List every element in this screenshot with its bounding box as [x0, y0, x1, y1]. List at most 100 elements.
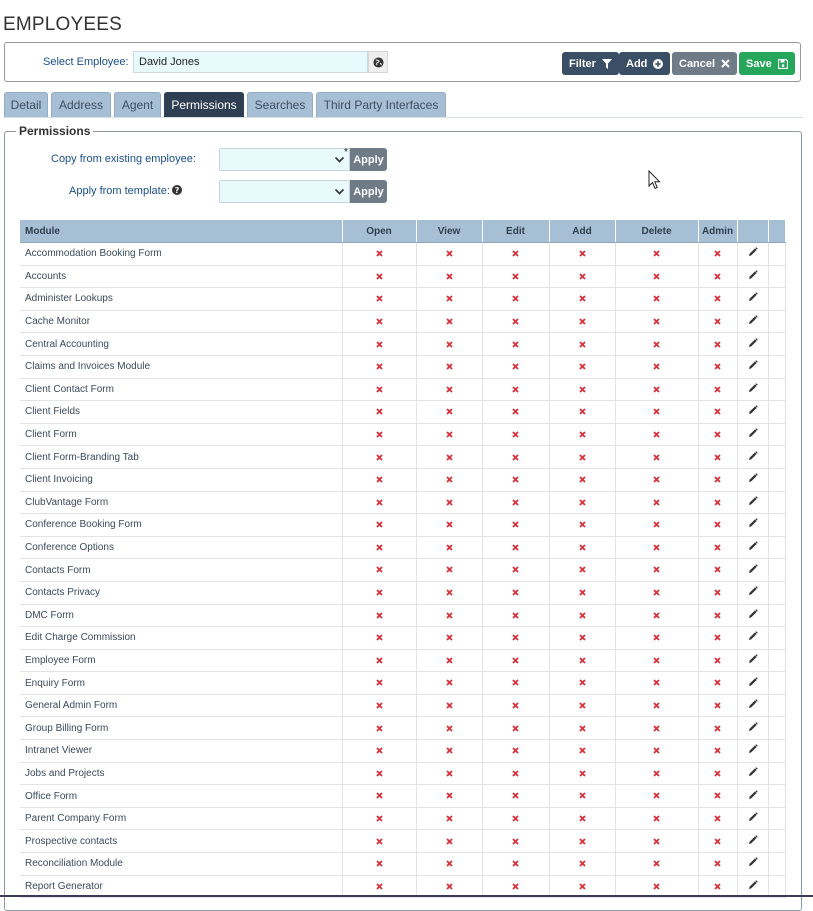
- permission-cell-add[interactable]: [548, 491, 615, 515]
- permission-cell-edit[interactable]: [481, 242, 549, 266]
- permission-cell-open[interactable]: [341, 558, 416, 582]
- permission-cell-admin[interactable]: [697, 513, 737, 537]
- permission-cell-open[interactable]: [341, 671, 416, 695]
- pencil-icon[interactable]: [748, 315, 758, 328]
- permission-cell-add[interactable]: [548, 423, 615, 447]
- pencil-icon[interactable]: [748, 247, 758, 260]
- permission-cell-delete[interactable]: [614, 355, 698, 379]
- permission-cell-delete[interactable]: [614, 400, 698, 424]
- permission-cell-view[interactable]: [415, 332, 482, 356]
- permission-cell-delete[interactable]: [614, 468, 698, 492]
- permission-cell-delete[interactable]: [614, 694, 698, 718]
- permission-cell-open[interactable]: [341, 332, 416, 356]
- pencil-icon[interactable]: [748, 270, 758, 283]
- permission-cell-add[interactable]: [548, 468, 615, 492]
- permission-cell-open[interactable]: [341, 468, 416, 492]
- pencil-icon[interactable]: [748, 541, 758, 554]
- pencil-icon[interactable]: [748, 405, 758, 418]
- permission-cell-admin[interactable]: [697, 671, 737, 695]
- pencil-icon[interactable]: [748, 812, 758, 825]
- permission-cell-open[interactable]: [341, 807, 416, 831]
- permission-cell-edit[interactable]: [481, 694, 549, 718]
- permission-cell-add[interactable]: [548, 604, 615, 628]
- permission-cell-edit[interactable]: [481, 558, 549, 582]
- permission-cell-view[interactable]: [415, 242, 482, 266]
- permission-cell-view[interactable]: [415, 536, 482, 560]
- tab-agent[interactable]: Agent: [114, 92, 161, 117]
- permission-cell-open[interactable]: [341, 287, 416, 311]
- permission-cell-admin[interactable]: [697, 694, 737, 718]
- permission-cell-add[interactable]: [548, 694, 615, 718]
- help-icon[interactable]: ?: [172, 185, 182, 195]
- permission-cell-view[interactable]: [415, 265, 482, 289]
- permission-cell-add[interactable]: [548, 716, 615, 741]
- permission-cell-admin[interactable]: [697, 581, 737, 605]
- globe-icon[interactable]: [368, 51, 388, 73]
- permission-cell-admin[interactable]: [697, 739, 737, 763]
- permission-cell-admin[interactable]: [697, 400, 737, 424]
- permission-cell-add[interactable]: [548, 242, 615, 266]
- permission-cell-open[interactable]: [341, 355, 416, 379]
- permission-cell-view[interactable]: [415, 445, 482, 469]
- permission-cell-delete[interactable]: [614, 513, 698, 537]
- permission-cell-view[interactable]: [415, 287, 482, 311]
- permission-cell-admin[interactable]: [697, 784, 737, 808]
- permission-cell-admin[interactable]: [697, 355, 737, 379]
- pencil-icon[interactable]: [748, 789, 758, 803]
- permission-cell-add[interactable]: [548, 852, 615, 876]
- pencil-icon[interactable]: [748, 292, 758, 305]
- permission-cell-delete[interactable]: [614, 423, 698, 447]
- permission-cell-admin[interactable]: [697, 649, 737, 673]
- permission-cell-open[interactable]: [341, 242, 416, 266]
- permission-cell-delete[interactable]: [614, 536, 698, 560]
- permission-cell-delete[interactable]: [614, 649, 698, 673]
- permission-cell-delete[interactable]: [614, 739, 698, 763]
- filter-button[interactable]: Filter: [562, 52, 619, 75]
- permission-cell-admin[interactable]: [697, 468, 737, 492]
- employee-input[interactable]: [133, 51, 368, 73]
- permission-cell-view[interactable]: [415, 739, 482, 763]
- permission-cell-delete[interactable]: [614, 626, 698, 650]
- permission-cell-add[interactable]: [548, 378, 615, 402]
- permission-cell-add[interactable]: [548, 739, 615, 763]
- permission-cell-edit[interactable]: [481, 378, 549, 402]
- pencil-icon[interactable]: [748, 450, 758, 464]
- permission-cell-view[interactable]: [415, 581, 482, 605]
- permission-cell-edit[interactable]: [481, 332, 549, 356]
- permission-cell-open[interactable]: [341, 423, 416, 447]
- permission-cell-view[interactable]: [415, 784, 482, 808]
- pencil-icon[interactable]: [748, 337, 758, 351]
- permission-cell-edit[interactable]: [481, 739, 549, 763]
- permission-cell-admin[interactable]: [697, 762, 737, 786]
- permission-cell-admin[interactable]: [697, 852, 737, 876]
- apply-copy-button[interactable]: Apply: [350, 148, 387, 171]
- permission-cell-add[interactable]: [548, 332, 615, 356]
- permission-cell-edit[interactable]: [481, 400, 549, 424]
- permission-cell-view[interactable]: [415, 807, 482, 831]
- permission-cell-delete[interactable]: [614, 762, 698, 786]
- column-header-open[interactable]: Open: [341, 220, 416, 243]
- permission-cell-admin[interactable]: [697, 829, 737, 854]
- permission-cell-delete[interactable]: [614, 604, 698, 628]
- permission-cell-open[interactable]: [341, 378, 416, 402]
- pencil-icon[interactable]: [748, 473, 758, 486]
- pencil-icon[interactable]: [748, 631, 758, 644]
- permission-cell-view[interactable]: [415, 716, 482, 741]
- permission-cell-edit[interactable]: [481, 581, 549, 605]
- permission-cell-add[interactable]: [548, 671, 615, 695]
- permission-cell-add[interactable]: [548, 762, 615, 786]
- permission-cell-edit[interactable]: [481, 491, 549, 515]
- apply-template-button[interactable]: Apply: [350, 180, 387, 203]
- permission-cell-delete[interactable]: [614, 671, 698, 695]
- permission-cell-admin[interactable]: [697, 242, 737, 266]
- permission-cell-delete[interactable]: [614, 807, 698, 831]
- permission-cell-view[interactable]: [415, 400, 482, 424]
- permission-cell-add[interactable]: [548, 784, 615, 808]
- permission-cell-open[interactable]: [341, 310, 416, 334]
- permission-cell-edit[interactable]: [481, 829, 549, 854]
- permission-cell-delete[interactable]: [614, 558, 698, 582]
- permission-cell-admin[interactable]: [697, 626, 737, 650]
- permission-cell-open[interactable]: [341, 581, 416, 605]
- permission-cell-edit[interactable]: [481, 513, 549, 537]
- permission-cell-delete[interactable]: [614, 265, 698, 289]
